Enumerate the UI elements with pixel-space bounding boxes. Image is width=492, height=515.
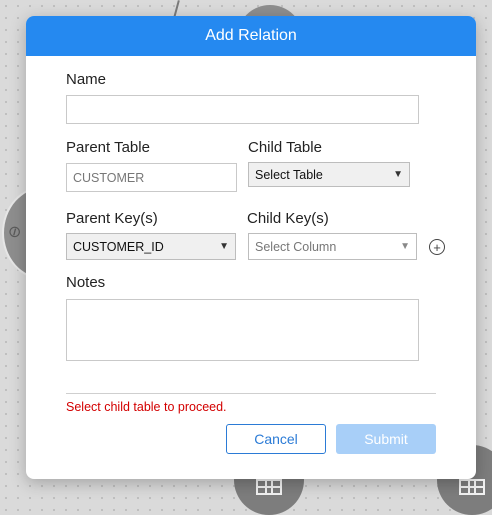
child-table-select-value: Select Table	[255, 167, 323, 182]
divider	[66, 393, 436, 394]
chevron-down-icon: ▼	[400, 241, 410, 252]
cancel-button[interactable]: Cancel	[226, 424, 326, 454]
dialog-title: Add Relation	[205, 27, 297, 44]
table-icon	[256, 479, 282, 495]
add-key-icon[interactable]: +	[429, 239, 445, 255]
child-keys-label: Child Key(s)	[247, 210, 329, 227]
child-key-select[interactable]: Select Column ▼	[248, 233, 417, 260]
notes-label: Notes	[66, 274, 106, 291]
name-label: Name	[66, 71, 107, 88]
name-input[interactable]	[66, 95, 419, 124]
parent-table-field[interactable]	[66, 163, 237, 192]
submit-button[interactable]: Submit	[336, 424, 436, 454]
parent-key-select-value: CUSTOMER_ID	[73, 239, 164, 254]
child-table-select[interactable]: Select Table ▼	[248, 162, 410, 187]
child-table-label: Child Table	[248, 139, 322, 156]
chevron-down-icon: ▼	[393, 169, 403, 180]
add-relation-dialog: Add Relation Name Parent Table Child Tab…	[26, 16, 476, 479]
parent-key-select[interactable]: CUSTOMER_ID ▼	[66, 233, 236, 260]
error-message: Select child table to proceed.	[66, 400, 227, 414]
table-icon	[459, 479, 485, 495]
parent-table-label: Parent Table	[66, 139, 150, 156]
parent-keys-label: Parent Key(s)	[66, 210, 158, 227]
notes-textarea[interactable]	[66, 299, 419, 361]
dialog-header: Add Relation	[26, 16, 476, 56]
chevron-down-icon: ▼	[219, 241, 229, 252]
child-key-select-value: Select Column	[255, 239, 337, 254]
